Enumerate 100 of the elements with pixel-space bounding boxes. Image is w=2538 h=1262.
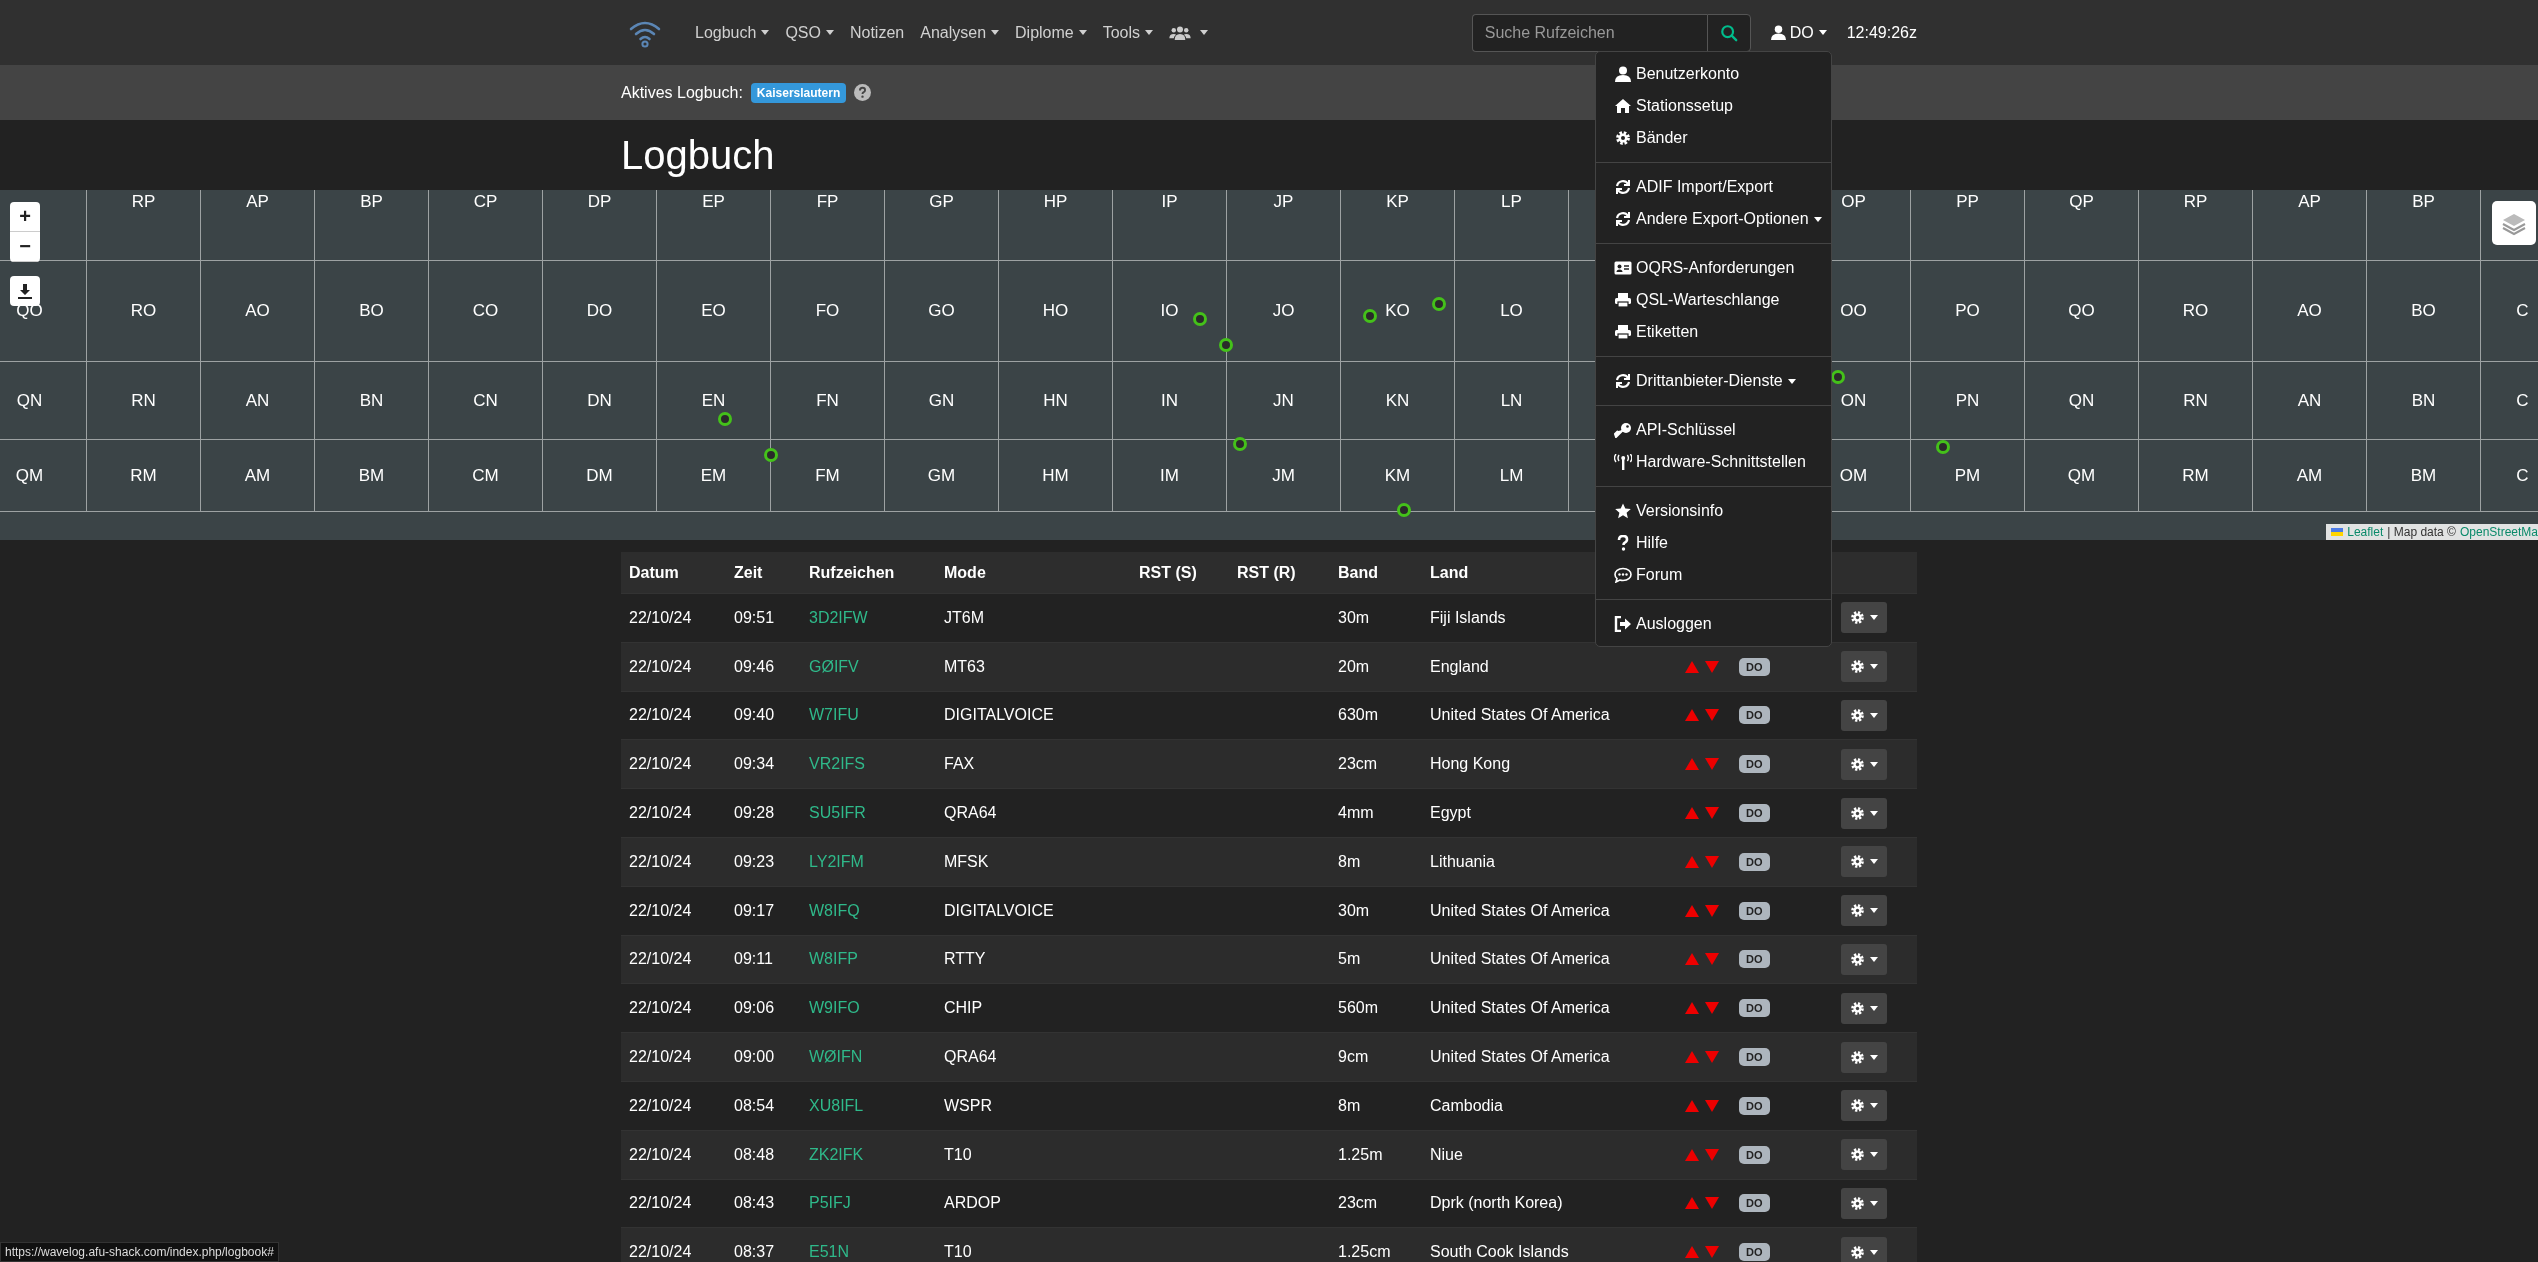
actions-button[interactable]: [1841, 943, 1887, 975]
column-header: Band: [1338, 563, 1378, 582]
actions-button[interactable]: [1841, 651, 1887, 683]
search-field[interactable]: Suche Rufzeichen: [1471, 13, 1707, 52]
band-cell: 4mm: [1338, 804, 1374, 823]
country-cell: United States Of America: [1430, 999, 1610, 1018]
caret-icon: [1870, 956, 1878, 962]
country-cell: Niue: [1430, 1145, 1463, 1164]
grid-square-label: GN: [928, 390, 955, 411]
band-cell: 1.25m: [1338, 1145, 1383, 1164]
menu-item[interactable]: Hardware-Schnittstellen: [1596, 446, 1831, 478]
callsign-link[interactable]: SU5IFR: [809, 804, 866, 823]
caret-icon: [1145, 30, 1154, 35]
menu-item[interactable]: Drittanbieter-Dienste: [1596, 365, 1831, 397]
nav-menu-link[interactable]: Analysen: [914, 15, 1006, 50]
nav-menu-link[interactable]: Logbuch: [689, 15, 776, 50]
zoom-out-button[interactable]: −: [10, 232, 40, 262]
nav-menu-link[interactable]: Notizen: [843, 15, 911, 50]
qso-marker-icon[interactable]: [718, 412, 732, 426]
grid-square-label: DM: [586, 465, 613, 486]
country-cell: Lithuania: [1430, 852, 1495, 871]
gear-icon: [1850, 805, 1865, 821]
grid-square-label: BM: [2410, 465, 2437, 486]
menu-item[interactable]: Stationssetup: [1596, 90, 1831, 122]
actions-button[interactable]: [1841, 992, 1887, 1024]
callsign-link[interactable]: XU8IFL: [809, 1096, 864, 1115]
nav-menu-link[interactable]: Diplome: [1009, 15, 1093, 50]
station-badge: DO: [1739, 1243, 1770, 1262]
actions-button[interactable]: [1841, 748, 1887, 780]
mode-cell: JT6M: [944, 608, 984, 627]
menu-item[interactable]: Forum: [1596, 559, 1831, 591]
qso-marker-icon[interactable]: [1432, 297, 1446, 311]
nav-menu-link[interactable]: Tools: [1096, 15, 1160, 50]
menu-item[interactable]: OQRS-Anforderungen: [1596, 252, 1831, 284]
actions-button[interactable]: [1841, 1041, 1887, 1073]
grid-square-label: BN: [2411, 390, 2436, 411]
actions-button[interactable]: [1841, 1139, 1887, 1171]
callsign-link[interactable]: W8IFP: [809, 950, 858, 969]
layers-button[interactable]: [2492, 201, 2536, 245]
caret-icon: [1787, 378, 1796, 384]
callsign-link[interactable]: W7IFU: [809, 706, 859, 725]
actions-button[interactable]: [1841, 1090, 1887, 1122]
help-icon[interactable]: [854, 84, 872, 101]
qso-marker-icon[interactable]: [1363, 309, 1377, 323]
menu-item[interactable]: ADIF Import/Export: [1596, 171, 1831, 203]
callsign-link[interactable]: WØIFN: [809, 1048, 863, 1067]
grid-square-label: LM: [1499, 465, 1524, 486]
grid-square-label: LP: [1501, 192, 1522, 212]
qso-marker-icon[interactable]: [1233, 437, 1247, 451]
callsign-link[interactable]: 3D2IFW: [809, 608, 868, 627]
qso-marker-icon[interactable]: [764, 448, 778, 462]
menu-item[interactable]: Bänder: [1596, 122, 1831, 154]
mode-cell: QRA64: [944, 804, 997, 823]
menu-item[interactable]: Versionsinfo: [1596, 495, 1831, 527]
band-cell: 630m: [1338, 706, 1379, 725]
gear-icon: [1850, 610, 1865, 626]
actions-button[interactable]: [1841, 602, 1887, 634]
mode-cell: RTTY: [944, 950, 986, 969]
qso-marker-icon[interactable]: [1219, 338, 1233, 352]
caret-icon: [1870, 1054, 1878, 1060]
nav-menu-link[interactable]: QSO: [779, 15, 840, 50]
user-menu-link[interactable]: DO: [1764, 15, 1833, 50]
date-cell: 22/10/24: [629, 999, 692, 1018]
menu-item[interactable]: Andere Export-Optionen: [1596, 203, 1831, 235]
menu-item[interactable]: Hilfe: [1596, 527, 1831, 559]
callsign-link[interactable]: W8IFQ: [809, 901, 860, 920]
caret-icon: [1078, 30, 1087, 35]
column-header: Mode: [944, 563, 986, 582]
grid-square-label: C: [2516, 301, 2529, 321]
grid-square-label: IO: [1160, 301, 1179, 321]
menu-item[interactable]: QSL-Warteschlange: [1596, 284, 1831, 316]
caret-icon: [1870, 664, 1878, 670]
callsign-link[interactable]: E51N: [809, 1243, 850, 1262]
actions-button[interactable]: [1841, 797, 1887, 829]
zoom-in-button[interactable]: +: [10, 202, 40, 232]
menu-item[interactable]: Ausloggen: [1596, 608, 1831, 640]
menu-item[interactable]: API-Schlüssel: [1596, 414, 1831, 446]
band-cell: 1.25cm: [1338, 1243, 1391, 1262]
actions-button[interactable]: [1841, 1187, 1887, 1219]
callsign-link[interactable]: W9IFO: [809, 999, 860, 1018]
menu-item[interactable]: Benutzerkonto: [1596, 58, 1831, 90]
qso-marker-icon[interactable]: [1936, 440, 1950, 454]
search-button[interactable]: [1706, 13, 1751, 52]
menu-item[interactable]: Etiketten: [1596, 316, 1831, 348]
callsign-link[interactable]: LY2IFM: [809, 852, 864, 871]
callsign-link[interactable]: VR2IFS: [809, 755, 865, 774]
actions-button[interactable]: [1841, 846, 1887, 878]
actions-button[interactable]: [1841, 1236, 1887, 1262]
actions-button[interactable]: [1841, 895, 1887, 927]
grid-square-label: AP: [246, 192, 269, 212]
caret-icon: [1200, 30, 1209, 35]
callsign-link[interactable]: P5IFJ: [809, 1194, 851, 1213]
qso-marker-icon[interactable]: [1193, 312, 1207, 326]
callsign-link[interactable]: GØIFV: [809, 657, 859, 676]
actions-button[interactable]: [1841, 700, 1887, 731]
country-cell: United States Of America: [1430, 706, 1610, 725]
callsign-link[interactable]: ZK2IFK: [809, 1145, 864, 1164]
qso-marker-icon[interactable]: [1397, 503, 1411, 517]
mode-cell: MT63: [944, 657, 985, 676]
download-button[interactable]: [10, 276, 40, 306]
